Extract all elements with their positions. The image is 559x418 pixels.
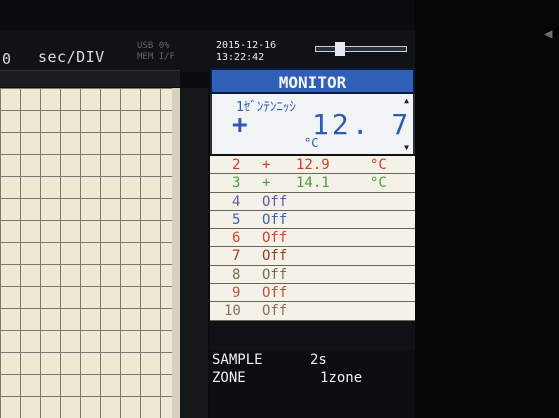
channel-number: 8 (232, 266, 241, 283)
channel-1-display[interactable]: 1ｾﾞﾝﾃﾝﾆｯｼ + 12. 7 °C ▲ ▼ (210, 94, 415, 154)
channel-row-10[interactable]: 10 Off (210, 302, 415, 321)
logger-screen: 0 sec/DIV USB 0% MEM I/F 2015-12-16 13:2… (0, 0, 559, 418)
slider-knob[interactable] (335, 42, 345, 56)
date: 2015-12-16 (216, 40, 277, 51)
channel-1-unit: °C (304, 136, 319, 150)
slider-track (315, 46, 407, 52)
scroll-up-icon[interactable]: ▲ (404, 96, 409, 105)
channel-row-5[interactable]: 5 Off (210, 210, 415, 230)
channel-number: 9 (232, 285, 241, 302)
zone-value[interactable]: 1zone (320, 370, 362, 386)
channel-sign: + (262, 175, 271, 192)
mem-label: MEM (137, 52, 154, 62)
channel-number: 10 (224, 303, 241, 320)
channel-row-6[interactable]: 6 Off (210, 229, 415, 248)
channel-status: Off (262, 285, 288, 302)
channel-status: Off (262, 266, 288, 283)
channel-status: Off (262, 230, 288, 247)
channel-value: 14.1 (296, 175, 330, 192)
channel-tag-strip (0, 70, 180, 87)
usb-label: USB (137, 41, 154, 51)
channel-number: 7 (232, 248, 241, 265)
scroll-down-icon[interactable]: ▼ (404, 143, 409, 152)
acquisition-settings: SAMPLE 2s ZONE 1zone (210, 350, 415, 418)
sample-value[interactable]: 2s (310, 352, 327, 368)
channel-row-8[interactable]: 8 Off (210, 265, 415, 285)
channel-value: 12.9 (296, 157, 330, 173)
channel-row-4[interactable]: 4 Off (210, 192, 415, 211)
time-scale-value: 0 (2, 50, 12, 68)
channel-row-9[interactable]: 9 Off (210, 284, 415, 303)
monitor-title: MONITOR (210, 68, 415, 94)
sample-label: SAMPLE (212, 352, 263, 368)
monitor-panel: MONITOR 1ｾﾞﾝﾃﾝﾆｯｼ + 12. 7 °C ▲ ▼ 2 + 12.… (210, 68, 415, 418)
waveform-grid[interactable] (0, 88, 172, 418)
channel-unit: °C (370, 175, 387, 192)
channel-unit: °C (370, 157, 387, 173)
channel-list: 2 + 12.9 °C 3 + 14.1 °C 4 Off 5 Off 6 Of (210, 156, 415, 321)
channel-sign: + (262, 157, 271, 173)
channel-1-sign: + (232, 110, 248, 140)
channel-number: 4 (232, 193, 241, 210)
grid-edge (172, 88, 180, 418)
if-label: I/F (158, 52, 175, 62)
channel-row-2[interactable]: 2 + 12.9 °C (210, 156, 415, 175)
channel-number: 3 (232, 175, 241, 192)
position-slider[interactable] (315, 42, 407, 56)
zone-label: ZONE (212, 370, 246, 386)
channel-number: 6 (232, 230, 241, 247)
channel-1-value: 12. 7 (312, 108, 412, 141)
storage-status: USB 0% MEM I/F (137, 41, 175, 63)
channel-status: Off (262, 211, 288, 228)
chevron-left-icon[interactable]: ◀ (544, 26, 552, 42)
datetime: 2015-12-16 13:22:42 (216, 40, 276, 64)
channel-number: 5 (232, 211, 241, 228)
grid-scroll-column (180, 88, 208, 418)
channel-status: Off (262, 193, 288, 210)
channel-row-7[interactable]: 7 Off (210, 247, 415, 266)
channel-status: Off (262, 303, 288, 320)
time: 13:22:42 (216, 52, 265, 63)
usb-value: 0% (158, 41, 170, 51)
channel-status: Off (262, 248, 288, 265)
channel-row-3[interactable]: 3 + 14.1 °C (210, 174, 415, 193)
channel-number: 2 (232, 157, 241, 173)
time-scale-unit[interactable]: sec/DIV (38, 48, 105, 66)
device-bezel (415, 0, 559, 418)
